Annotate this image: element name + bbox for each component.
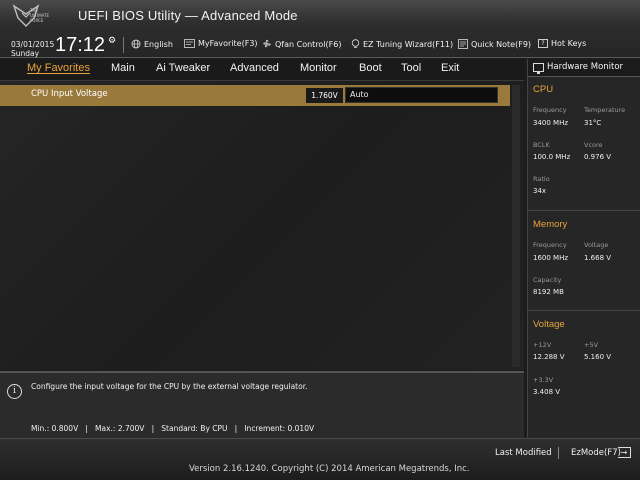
quick-note-label: Quick Note(F9) — [471, 39, 532, 49]
ez-tuning-wizard-button[interactable]: EZ Tuning Wizard(F11) — [351, 39, 453, 49]
time-display: 17:12 — [55, 34, 106, 56]
tab-exit[interactable]: Exit — [441, 62, 459, 74]
monitor-icon — [533, 63, 544, 74]
tab-ai-tweaker[interactable]: Ai Tweaker — [156, 62, 210, 74]
help-key-icon: ? — [538, 39, 548, 48]
myfavorite-button[interactable]: MyFavorite(F3) — [184, 39, 258, 48]
help-description: Configure the input voltage for the CPU … — [31, 382, 308, 391]
help-value-limits: Min.: 0.800V | Max.: 2.700V | Standard: … — [31, 424, 315, 433]
quick-note-button[interactable]: Quick Note(F9) — [458, 39, 531, 49]
cpu-frequency-value: 3400 MHz — [533, 119, 569, 127]
memory-section-title: Memory — [533, 219, 568, 230]
day-text: Sunday — [11, 49, 40, 58]
fan-icon — [263, 39, 271, 48]
tab-boot[interactable]: Boot — [359, 62, 382, 74]
ratio-value: 34x — [533, 187, 547, 195]
hw-divider — [528, 310, 640, 311]
memory-voltage-value: 1.668 V — [584, 254, 612, 262]
bclk-label: BCLK — [533, 141, 550, 149]
globe-icon — [131, 39, 141, 49]
footer-divider — [558, 447, 559, 459]
vcore-label: Vcore — [584, 141, 603, 149]
last-modified-button[interactable]: Last Modified — [495, 448, 552, 458]
date-text: 03/01/2015 — [11, 40, 55, 49]
capacity-label: Capacity — [533, 276, 562, 284]
tab-main[interactable]: Main — [111, 62, 135, 74]
hot-keys-label: Hot Keys — [551, 39, 587, 48]
v33-label: +3.3V — [533, 376, 554, 384]
cpu-frequency-label: Frequency — [533, 106, 567, 114]
myfavorite-label: MyFavorite(F3) — [198, 39, 258, 48]
voltage-section-title: Voltage — [533, 319, 565, 330]
note-icon — [458, 39, 468, 49]
tab-monitor[interactable]: Monitor — [300, 62, 337, 74]
logo-text: THE ULTIMATE FORCE — [30, 8, 50, 23]
v5-value: 5.160 V — [584, 353, 612, 361]
cpu-temperature-label: Temperature — [584, 106, 626, 114]
settings-panel: CPU Input Voltage 1.760V Auto — [0, 80, 524, 370]
tab-tool[interactable]: Tool — [401, 62, 421, 74]
hardware-monitor-header: Hardware Monitor — [528, 59, 640, 77]
setting-label: CPU Input Voltage — [31, 89, 108, 99]
help-panel: i Configure the input voltage for the CP… — [0, 371, 524, 438]
ezmode-button[interactable]: EzMode(F7) — [571, 448, 621, 458]
qfan-control-label: Qfan Control(F6) — [275, 39, 342, 49]
header-divider — [123, 37, 124, 53]
qfan-control-button[interactable]: Qfan Control(F6) — [262, 39, 341, 49]
memory-voltage-label: Voltage — [584, 241, 609, 249]
setting-row-cpu-input-voltage[interactable]: CPU Input Voltage 1.760V Auto — [0, 85, 510, 106]
favorite-icon — [184, 39, 195, 48]
v5-label: +5V — [584, 341, 599, 349]
voltage-input[interactable]: Auto — [345, 87, 498, 103]
v12-label: +12V — [533, 341, 552, 349]
v12-value: 12.288 V — [533, 353, 565, 361]
tab-advanced[interactable]: Advanced — [230, 62, 279, 74]
menu-bar: My Favorites Main Ai Tweaker Advanced Mo… — [0, 59, 524, 79]
memory-frequency-value: 1600 MHz — [533, 254, 569, 262]
capacity-value: 8192 MB — [533, 288, 564, 296]
bios-title: UEFI BIOS Utility — Advanced Mode — [78, 8, 298, 23]
version-text: Version 2.16.1240. Copyright (C) 2014 Am… — [189, 464, 470, 474]
language-label: English — [144, 39, 173, 49]
hw-divider — [528, 210, 640, 211]
memory-frequency-label: Frequency — [533, 241, 567, 249]
hot-keys-button[interactable]: ? Hot Keys — [538, 39, 586, 48]
bulb-icon — [351, 39, 360, 48]
setting-current-value: 1.760V — [306, 88, 343, 103]
ez-tuning-wizard-label: EZ Tuning Wizard(F11) — [363, 39, 454, 49]
info-icon: i — [7, 384, 22, 399]
hardware-monitor-title: Hardware Monitor — [547, 62, 624, 72]
v33-value: 3.408 V — [533, 388, 561, 396]
hardware-monitor-panel: Hardware Monitor CPU Frequency 3400 MHz … — [527, 59, 640, 438]
tab-my-favorites[interactable]: My Favorites — [27, 62, 90, 74]
scrollbar-track[interactable] — [512, 85, 520, 367]
gear-icon[interactable]: ⚙ — [108, 36, 116, 46]
vcore-value: 0.976 V — [584, 153, 612, 161]
cpu-section-title: CPU — [533, 84, 554, 95]
language-button[interactable]: English — [131, 39, 173, 49]
header-bar: THE ULTIMATE FORCE UEFI BIOS Utility — A… — [0, 0, 640, 58]
date-display: 03/01/2015 Sunday — [11, 40, 54, 58]
exit-icon[interactable]: → — [618, 447, 631, 458]
footer-bar: Last Modified EzMode(F7) → Version 2.16.… — [0, 438, 640, 480]
ratio-label: Ratio — [533, 175, 550, 183]
bclk-value: 100.0 MHz — [533, 153, 571, 161]
cpu-temperature-value: 31°C — [584, 119, 602, 127]
